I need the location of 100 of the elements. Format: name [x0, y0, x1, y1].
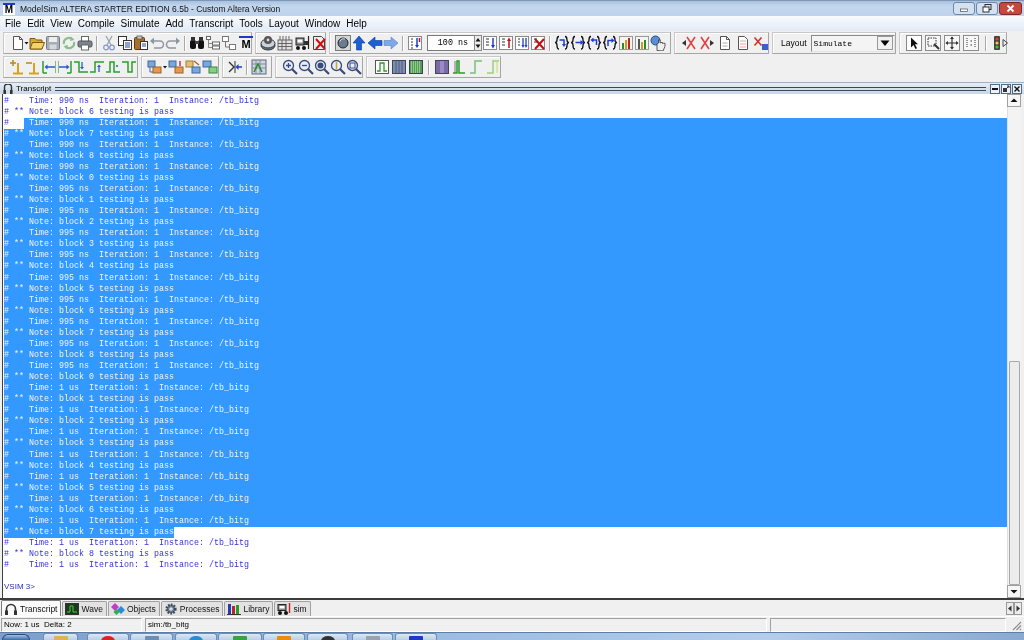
zoom-out-icon[interactable] [298, 59, 314, 75]
page-x-icon[interactable] [530, 35, 546, 51]
split-arrow-icon[interactable] [227, 59, 243, 75]
linked-boxes-icon[interactable] [221, 35, 237, 51]
paste-icon[interactable] [133, 35, 149, 51]
tree-list-icon[interactable] [205, 35, 221, 51]
start-button[interactable] [2, 634, 30, 640]
blocks-icon[interactable] [185, 59, 201, 75]
ball-icon[interactable] [335, 35, 351, 51]
undock-icon[interactable] [1001, 83, 1011, 94]
close-pane-icon[interactable] [1012, 83, 1022, 94]
tab[interactable]: Processes [160, 601, 224, 616]
blocks-icon[interactable] [168, 59, 184, 75]
layout-dropdown[interactable]: Simulate [810, 34, 895, 52]
tab[interactable]: Objects [107, 601, 160, 616]
taskbar-button[interactable] [307, 633, 348, 640]
menu-item[interactable]: Window [301, 17, 344, 30]
marker-minus-icon[interactable] [25, 59, 41, 75]
scroll-right-icon[interactable] [1014, 601, 1022, 615]
grid-icon[interactable] [277, 35, 293, 51]
x-arrow-icon[interactable] [681, 35, 697, 51]
menu-item[interactable]: Tools [236, 17, 266, 30]
step-edge-icon[interactable] [105, 59, 121, 75]
zoom-box-icon[interactable] [925, 35, 941, 51]
step-edge-icon[interactable] [89, 59, 105, 75]
tab[interactable]: Transcript [1, 600, 62, 616]
menu-item[interactable]: Help [343, 17, 370, 30]
page-arrows-icon[interactable] [514, 35, 530, 51]
zoom-dot-icon[interactable] [314, 59, 330, 75]
edge-arrow-icon[interactable] [57, 59, 73, 75]
blocks-icon[interactable] [202, 59, 218, 75]
menu-item[interactable]: Edit [24, 17, 48, 30]
binoculars-icon[interactable] [189, 35, 205, 51]
braces-arrow-icon[interactable] [586, 35, 602, 51]
redo-icon[interactable] [165, 35, 181, 51]
menu-item[interactable]: Compile [74, 17, 118, 30]
small-x-icon[interactable] [753, 35, 769, 51]
dotted-lines-icon[interactable] [963, 35, 979, 51]
step-edge-icon[interactable] [73, 59, 89, 75]
tab[interactable]: sim [274, 601, 311, 616]
transcript-line: # ** Note: block 8 testing is pass [4, 349, 174, 360]
tab[interactable]: Library [224, 601, 274, 616]
logo-button[interactable]: M [239, 36, 253, 50]
striped-block-icon[interactable] [408, 59, 424, 75]
document-x-icon[interactable] [311, 35, 327, 51]
tab[interactable]: Wave [62, 601, 107, 616]
transcript-line: # Time: 995 ns Iteration: 1 Instance: /tb_bitg [4, 250, 259, 261]
command-prompt[interactable]: VSIM 3> [4, 582, 35, 592]
transcript-line: # ** Note: block 4 testing is pass [4, 460, 174, 471]
print-icon[interactable] [77, 35, 93, 51]
pointer-icon[interactable] [906, 35, 922, 51]
move-icon[interactable] [944, 35, 960, 51]
scroll-up-icon[interactable] [1007, 94, 1021, 107]
up-arrow-icon[interactable] [351, 35, 367, 51]
marker-plus-icon[interactable] [9, 59, 25, 75]
menu-item[interactable]: Layout [265, 17, 302, 30]
scroll-down-icon[interactable] [1007, 585, 1021, 598]
disc-icon[interactable] [260, 35, 276, 51]
bar-chart-icon[interactable] [634, 35, 650, 51]
cart-icon[interactable] [294, 35, 310, 51]
left-arrow-icon[interactable] [367, 35, 383, 51]
transcript-line: # Time: 1 us Iteration: 1 Instance: /tb_bitg [4, 405, 249, 416]
dotted-page-icon[interactable] [735, 35, 751, 51]
scroll-left-icon[interactable] [1006, 601, 1014, 615]
hand-icon[interactable] [650, 35, 666, 51]
menu-item[interactable]: View [47, 17, 75, 30]
zoom-box-icon[interactable] [346, 59, 362, 75]
close-icon[interactable] [999, 2, 1022, 15]
run-length-field[interactable]: 100 ns [427, 35, 474, 51]
scrollbar-thumb[interactable] [1009, 361, 1020, 585]
x-arrow-icon[interactable] [699, 35, 715, 51]
menu-item[interactable]: Add [162, 17, 187, 30]
restore-icon[interactable] [976, 2, 998, 15]
zoom-in-icon[interactable] [282, 59, 298, 75]
traffic-light-icon[interactable] [993, 35, 1009, 51]
page-icon[interactable] [717, 35, 733, 51]
blocks-icon[interactable] [147, 59, 167, 75]
grid-chart-icon[interactable] [251, 59, 267, 75]
spin-arrows-icon[interactable] [474, 35, 482, 51]
menu-item[interactable]: Simulate [117, 17, 163, 30]
transcript-line: # Time: 995 ns Iteration: 1 Instance: /tb_bitg [4, 338, 259, 349]
bar-chart-icon[interactable] [618, 35, 634, 51]
bars-icon[interactable] [391, 59, 407, 75]
menu-item[interactable]: File [2, 17, 25, 30]
braces-arrow-icon[interactable] [554, 35, 570, 51]
block-icon[interactable] [434, 59, 450, 75]
save-icon[interactable] [45, 35, 61, 51]
transcript-line: # Time: 995 ns Iteration: 1 Instance: /tb_bitg [4, 294, 259, 305]
edge-arrow-icon[interactable] [41, 59, 57, 75]
braces-arrow-icon[interactable] [602, 35, 618, 51]
minimize-pane-icon[interactable] [990, 83, 1000, 94]
new-file-icon[interactable] [11, 35, 29, 51]
taskbar-button[interactable] [395, 633, 437, 640]
copy-icon[interactable] [117, 35, 133, 51]
menu-item[interactable]: Transcript [186, 17, 237, 30]
waveform-frame-icon[interactable] [374, 59, 390, 75]
open-folder-icon[interactable] [29, 35, 45, 51]
braces-arrow-icon[interactable] [570, 35, 586, 51]
drag-grip[interactable] [55, 86, 986, 91]
resize-grip-icon[interactable] [1011, 619, 1022, 631]
